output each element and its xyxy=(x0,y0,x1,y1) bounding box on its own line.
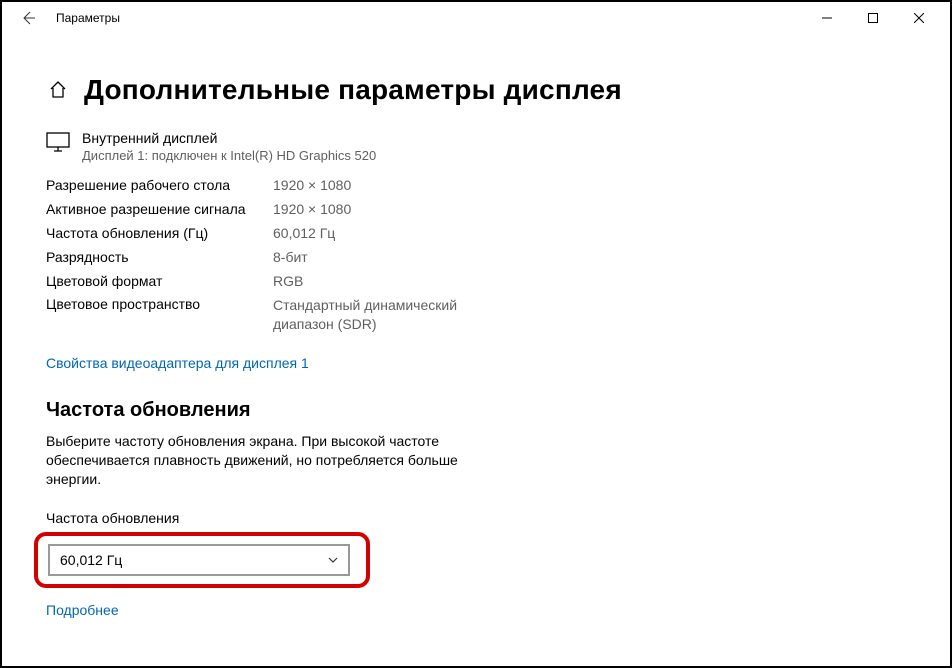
table-row: Активное разрешение сигнала 1920 × 1080 xyxy=(46,197,950,221)
table-row: Разрядность 8-бит xyxy=(46,245,950,269)
refresh-rate-section-title: Частота обновления xyxy=(46,399,950,422)
highlight-annotation: 60,012 Гц xyxy=(34,532,370,588)
chevron-down-icon xyxy=(326,553,340,567)
table-row: Разрешение рабочего стола 1920 × 1080 xyxy=(46,173,950,197)
info-value: 1920 × 1080 xyxy=(273,201,473,217)
page-header: Дополнительные параметры дисплея xyxy=(46,74,950,106)
info-value: 1920 × 1080 xyxy=(273,177,473,193)
titlebar: Параметры xyxy=(2,2,950,34)
info-table: Разрешение рабочего стола 1920 × 1080 Ак… xyxy=(46,173,950,337)
display-name: Внутренний дисплей xyxy=(82,130,376,146)
info-label: Разрешение рабочего стола xyxy=(46,177,273,193)
monitor-icon xyxy=(46,132,70,152)
info-value: RGB xyxy=(273,273,473,289)
info-label: Цветовой формат xyxy=(46,273,273,289)
info-label: Разрядность xyxy=(46,249,273,265)
minimize-button[interactable] xyxy=(804,3,850,33)
info-label: Цветовое пространство xyxy=(46,296,273,312)
window-title: Параметры xyxy=(56,11,120,25)
more-info-link[interactable]: Подробнее xyxy=(46,602,950,618)
close-button[interactable] xyxy=(896,3,942,33)
info-value: 60,012 Гц xyxy=(273,225,473,241)
home-icon[interactable] xyxy=(48,80,68,100)
back-button[interactable] xyxy=(16,6,40,30)
display-info-header: Внутренний дисплей Дисплей 1: подключен … xyxy=(46,130,950,163)
info-label: Активное разрешение сигнала xyxy=(46,201,273,217)
info-label: Частота обновления (Гц) xyxy=(46,225,273,241)
maximize-button[interactable] xyxy=(850,3,896,33)
table-row: Цветовое пространство Стандартный динами… xyxy=(46,293,950,337)
content-area: Дополнительные параметры дисплея Внутрен… xyxy=(2,74,950,618)
info-value: 8-бит xyxy=(273,249,473,265)
dropdown-value: 60,012 Гц xyxy=(60,552,122,568)
table-row: Частота обновления (Гц) 60,012 Гц xyxy=(46,221,950,245)
refresh-rate-field-label: Частота обновления xyxy=(46,510,950,526)
page-title: Дополнительные параметры дисплея xyxy=(84,74,622,106)
table-row: Цветовой формат RGB xyxy=(46,269,950,293)
window-controls xyxy=(804,3,942,33)
adapter-properties-link[interactable]: Свойства видеоадаптера для дисплея 1 xyxy=(46,355,950,371)
info-value: Стандартный динамический диапазон (SDR) xyxy=(273,296,473,334)
refresh-rate-description: Выберите частоту обновления экрана. При … xyxy=(46,432,506,489)
refresh-rate-dropdown[interactable]: 60,012 Гц xyxy=(48,544,350,576)
display-connection: Дисплей 1: подключен к Intel(R) HD Graph… xyxy=(82,148,376,163)
